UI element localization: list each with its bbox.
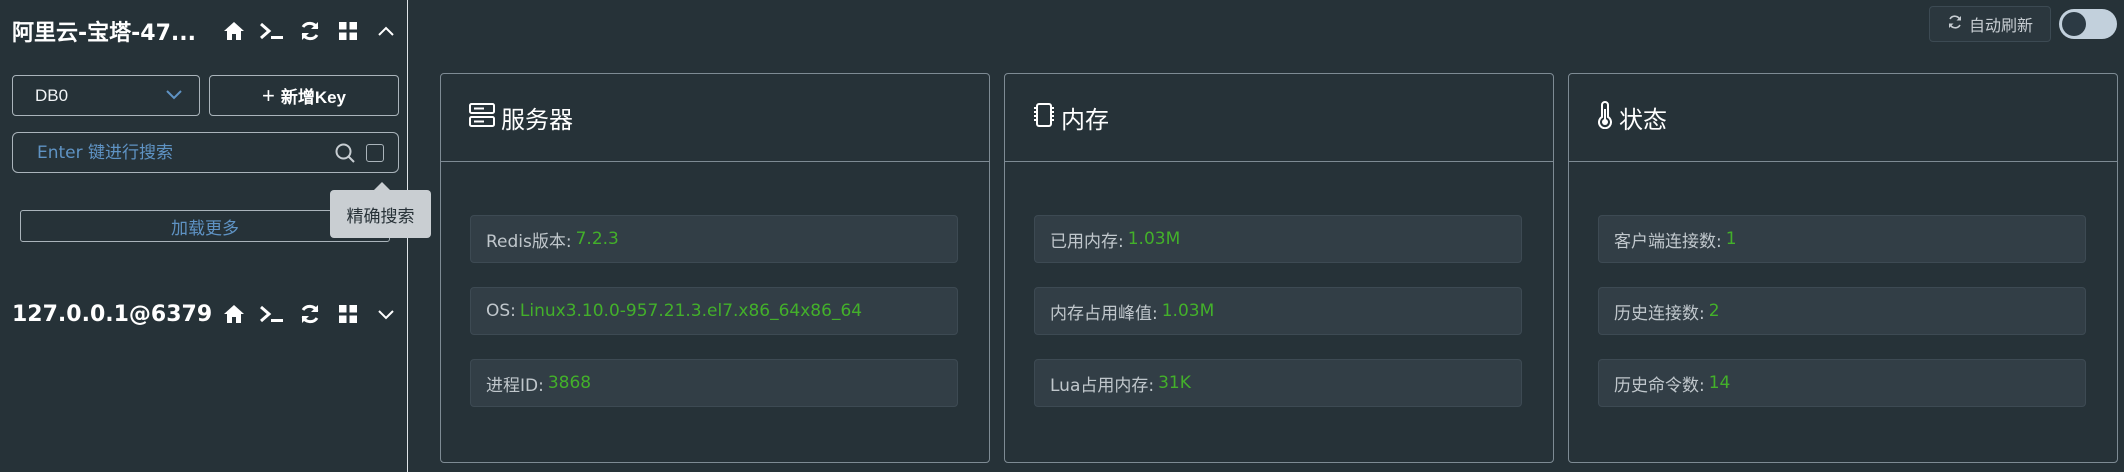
search-icon[interactable] <box>332 140 358 166</box>
row-label: 历史命令数: <box>1614 375 1705 396</box>
info-row: 客户端连接数: 1 <box>1598 215 2086 263</box>
exact-search-checkbox[interactable] <box>366 143 384 162</box>
home-icon[interactable] <box>220 17 248 45</box>
info-row: OS: Linux3.10.0-957.21.3.el7.x86_64x86_6… <box>470 287 958 335</box>
row-label: Lua占用内存: <box>1050 375 1155 396</box>
auto-refresh-button[interactable]: 自动刷新 <box>1929 6 2051 42</box>
thermometer-icon <box>1597 101 1613 134</box>
connection-name[interactable]: 阿里云-宝塔-47... <box>12 15 220 47</box>
search-box <box>12 132 399 173</box>
connection-name[interactable]: 127.0.0.1@6379 <box>12 302 220 327</box>
info-row: 历史连接数: 2 <box>1598 287 2086 335</box>
row-label: OS: <box>486 301 516 321</box>
chevron-up-icon[interactable] <box>372 17 400 45</box>
terminal-icon[interactable] <box>258 17 286 45</box>
terminal-icon[interactable] <box>258 300 286 328</box>
server-card: 服务器 Redis版本: 7.2.3 OS: Linux3.10.0-957.2… <box>440 73 990 463</box>
row-value: 1.03M <box>1161 301 1215 321</box>
info-row: 已用内存: 1.03M <box>1034 215 1522 263</box>
row-value: 14 <box>1708 373 1731 393</box>
card-title: 状态 <box>1619 106 1667 134</box>
auto-refresh-toggle[interactable] <box>2059 9 2117 39</box>
chevron-down-icon <box>165 87 183 105</box>
card-header: 服务器 <box>441 74 989 162</box>
row-value: 31K <box>1158 373 1191 393</box>
info-row: Lua占用内存: 31K <box>1034 359 1522 407</box>
connection-header[interactable]: 阿里云-宝塔-47... <box>12 11 400 51</box>
card-header: 内存 <box>1005 74 1553 162</box>
status-card: 状态 客户端连接数: 1 历史连接数: 2 历史命令数: 14 <box>1568 73 2118 463</box>
db-select-value: DB0 <box>35 85 69 105</box>
connection-tools <box>220 17 400 45</box>
exact-search-tooltip: 精确搜索 <box>330 182 431 238</box>
row-label: Redis版本: <box>486 231 572 252</box>
row-value: 7.2.3 <box>575 229 619 249</box>
auto-refresh-label: 自动刷新 <box>1968 16 2033 35</box>
connection-tools <box>220 300 400 328</box>
refresh-icon[interactable] <box>296 300 324 328</box>
row-label: 历史连接数: <box>1614 303 1705 324</box>
info-row: 历史命令数: 14 <box>1598 359 2086 407</box>
card-title: 服务器 <box>501 106 573 134</box>
refresh-icon[interactable] <box>296 17 324 45</box>
row-value: Linux3.10.0-957.21.3.el7.x86_64x86_64 <box>519 301 863 321</box>
row-value: 2 <box>1708 301 1720 321</box>
row-label: 进程ID: <box>486 375 544 396</box>
plus-icon: + <box>261 82 275 108</box>
memory-chip-icon <box>1033 102 1055 133</box>
connection-header[interactable]: 127.0.0.1@6379 <box>12 294 400 334</box>
grid-icon[interactable] <box>334 17 362 45</box>
info-row: 进程ID: 3868 <box>470 359 958 407</box>
refresh-icon <box>1947 14 1963 34</box>
row-value: 1 <box>1725 229 1737 249</box>
toggle-knob <box>2062 12 2086 36</box>
search-input[interactable] <box>35 141 332 164</box>
row-label: 客户端连接数: <box>1614 231 1722 252</box>
row-value: 1.03M <box>1127 229 1181 249</box>
card-title: 内存 <box>1061 106 1109 134</box>
chevron-down-icon[interactable] <box>372 300 400 328</box>
row-label: 已用内存: <box>1050 231 1124 252</box>
new-key-label: 新增Key <box>280 88 347 107</box>
row-value: 3868 <box>547 373 592 393</box>
info-row: 内存占用峰值: 1.03M <box>1034 287 1522 335</box>
db-select[interactable]: DB0 <box>12 75 200 116</box>
grid-icon[interactable] <box>334 300 362 328</box>
memory-card: 内存 已用内存: 1.03M 内存占用峰值: 1.03M Lua占用内存: 31… <box>1004 73 1554 463</box>
row-label: 内存占用峰值: <box>1050 303 1158 324</box>
card-header: 状态 <box>1569 74 2117 162</box>
new-key-button[interactable]: + 新增Key <box>209 75 399 116</box>
sidebar: 阿里云-宝塔-47... DB0 + 新增Key Enter 键进行搜索 加载更… <box>0 0 431 472</box>
home-icon[interactable] <box>220 300 248 328</box>
server-icon <box>469 103 495 132</box>
info-row: Redis版本: 7.2.3 <box>470 215 958 263</box>
